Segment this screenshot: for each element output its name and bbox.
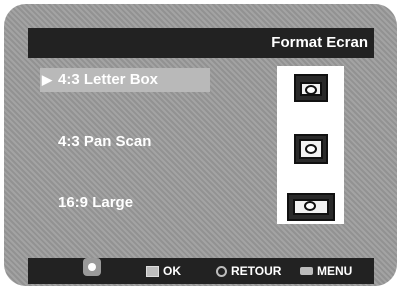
- return-hint[interactable]: RETOUR: [216, 258, 281, 284]
- navigate-hint: [83, 258, 105, 276]
- menu-item-wide[interactable]: 16:9 Large: [58, 191, 208, 215]
- page-title: Format Ecran: [271, 34, 368, 51]
- pan-scan-tv-icon: [294, 134, 328, 164]
- aspect-preview-panel: [277, 66, 344, 224]
- enter-icon: [146, 265, 159, 277]
- menu-item-letter-box[interactable]: ▶ 4:3 Letter Box: [40, 68, 210, 92]
- ok-label: OK: [163, 264, 181, 278]
- return-icon: [216, 265, 227, 277]
- footer-bar: OK RETOUR MENU: [28, 258, 374, 284]
- ok-hint[interactable]: OK: [146, 258, 181, 284]
- menu-icon: [300, 267, 313, 275]
- return-label: RETOUR: [231, 264, 282, 278]
- menu-item-label: 4:3 Letter Box: [58, 71, 159, 88]
- menu-label: MENU: [317, 264, 353, 278]
- letter-box-tv-icon: [294, 74, 328, 102]
- selected-arrow-icon: ▶: [42, 72, 52, 87]
- title-bar: Format Ecran: [28, 28, 374, 58]
- menu-item-label: 16:9 Large: [58, 194, 134, 211]
- menu-item-label: 4:3 Pan Scan: [58, 133, 152, 150]
- menu-item-pan-scan[interactable]: 4:3 Pan Scan: [58, 130, 208, 154]
- wide-tv-icon: [287, 193, 335, 221]
- menu-hint[interactable]: MENU: [300, 258, 352, 284]
- navigate-dpad-icon: [83, 258, 101, 276]
